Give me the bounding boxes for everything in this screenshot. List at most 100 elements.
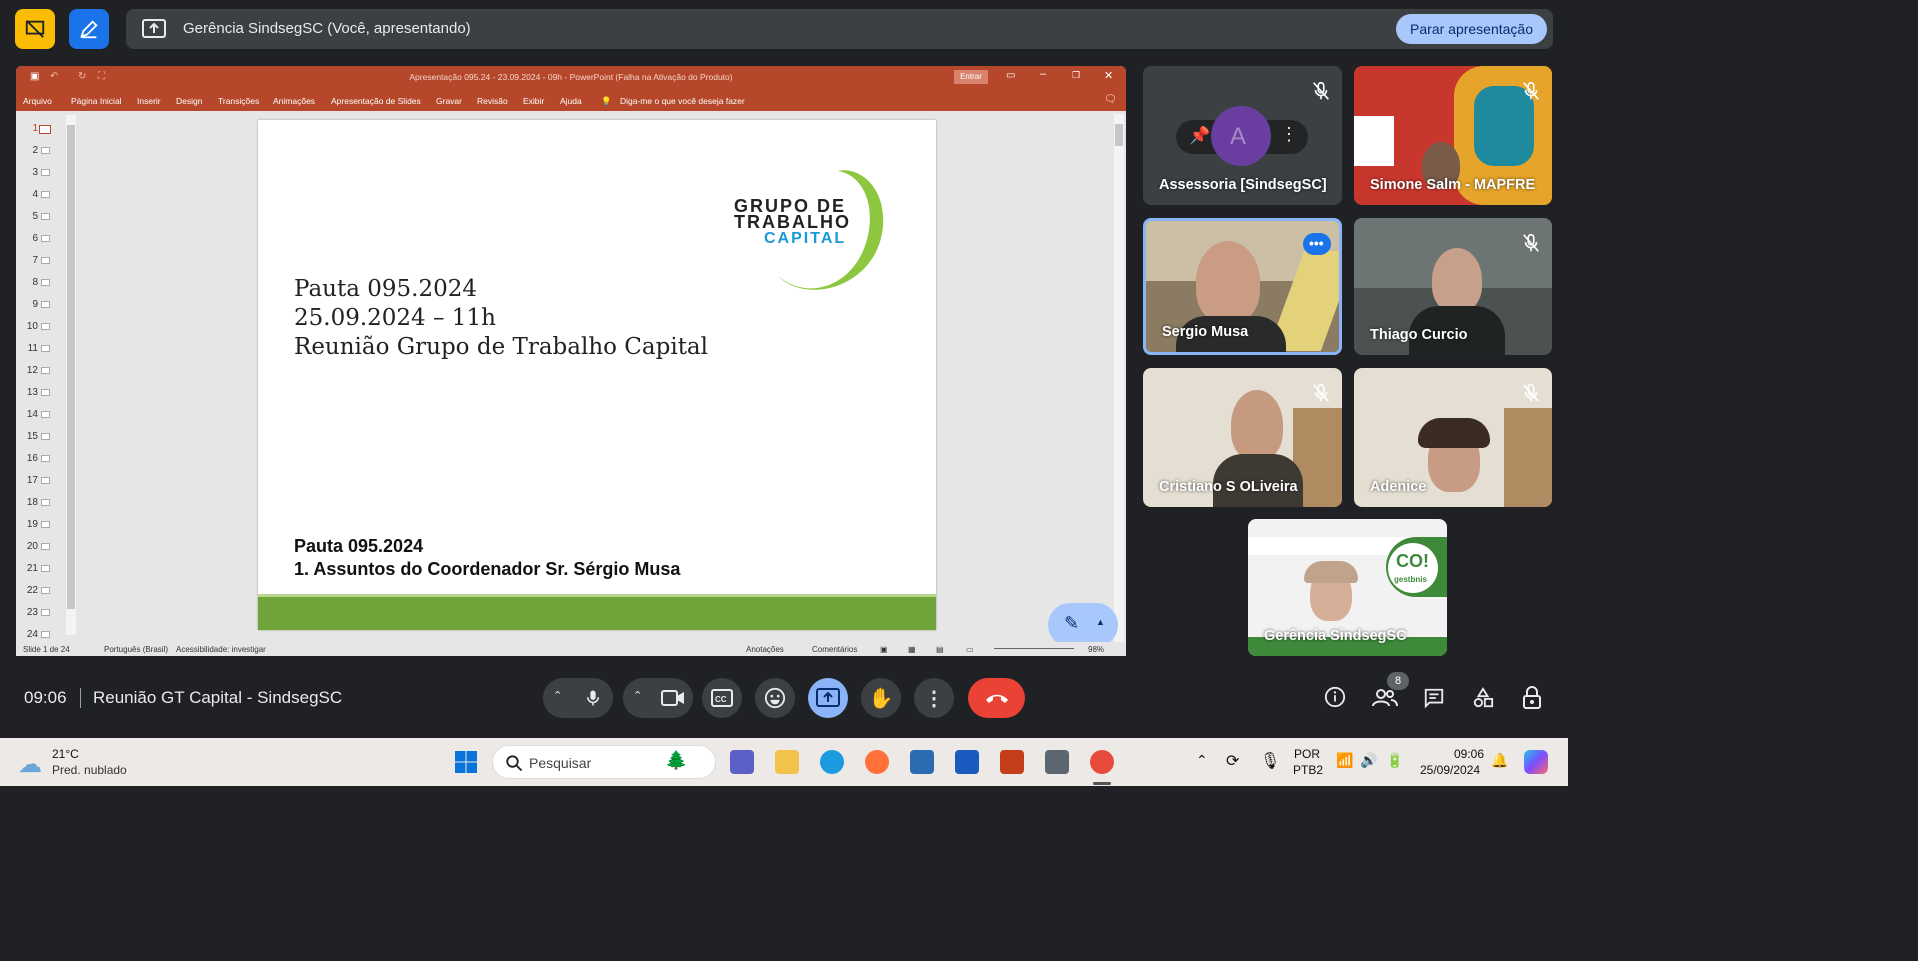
participant-tile-thiago[interactable]: Thiago Curcio bbox=[1354, 218, 1552, 355]
thumbnail-13[interactable]: 13 bbox=[16, 383, 66, 405]
thumbnail-19[interactable]: 19 bbox=[16, 515, 66, 537]
teams-icon[interactable] bbox=[730, 750, 754, 774]
sync-icon[interactable]: ⟳ bbox=[1226, 751, 1239, 771]
mic-button[interactable] bbox=[573, 678, 613, 718]
start-button[interactable] bbox=[454, 750, 478, 774]
volume-icon[interactable]: 🔊 bbox=[1360, 752, 1377, 769]
host-controls-button[interactable] bbox=[1512, 684, 1552, 724]
thumbnail-20[interactable]: 20 bbox=[16, 537, 66, 559]
edge-icon[interactable] bbox=[820, 750, 844, 774]
thumbnail-3[interactable]: 3 bbox=[16, 163, 66, 185]
thumbnail-12[interactable]: 12 bbox=[16, 361, 66, 383]
more-options-button[interactable]: ••• bbox=[1303, 233, 1331, 255]
battery-icon[interactable]: 🔋 bbox=[1386, 752, 1403, 769]
activities-button[interactable] bbox=[1463, 684, 1503, 724]
annotate-button[interactable] bbox=[69, 9, 109, 49]
powerpoint-icon[interactable] bbox=[1000, 750, 1024, 774]
camera-button[interactable] bbox=[653, 678, 693, 718]
pin-icon[interactable]: 📌 bbox=[1189, 126, 1210, 146]
wifi-icon[interactable]: 📶 bbox=[1336, 752, 1353, 769]
tab-gravar[interactable]: Gravar bbox=[436, 96, 462, 106]
accessibility-status[interactable]: Acessibilidade: investigar bbox=[176, 645, 266, 654]
tab-inserir[interactable]: Inserir bbox=[137, 96, 161, 106]
thumbnail-5[interactable]: 5 bbox=[16, 207, 66, 229]
present-now-button[interactable] bbox=[808, 678, 848, 718]
tab-arquivo[interactable]: Arquivo bbox=[23, 96, 52, 106]
meeting-details-button[interactable] bbox=[1314, 684, 1354, 724]
sign-in-button[interactable]: Entrar bbox=[954, 70, 988, 84]
thumbnail-14[interactable]: 14 bbox=[16, 405, 66, 427]
tab-design[interactable]: Design bbox=[176, 96, 202, 106]
annotation-tool-button[interactable]: ✎ ▲ bbox=[1048, 603, 1118, 647]
slideshow-view-icon[interactable]: ▭ bbox=[966, 645, 974, 654]
more-options-icon[interactable]: ⋮ bbox=[1280, 124, 1298, 145]
participant-tile-cristiano[interactable]: Cristiano S OLiveira bbox=[1143, 368, 1342, 507]
camera-options-chevron-icon[interactable]: ⌃ bbox=[633, 689, 642, 702]
taskbar-date[interactable]: 25/09/2024 bbox=[1420, 763, 1480, 777]
participant-tile-self[interactable]: CO! gestbnis Gerência SindsegSC bbox=[1248, 519, 1447, 656]
thumbnail-9[interactable]: 9 bbox=[16, 295, 66, 317]
thumbnail-15[interactable]: 15 bbox=[16, 427, 66, 449]
comments-icon[interactable]: 🗨 bbox=[1104, 94, 1117, 105]
tab-exibir[interactable]: Exibir bbox=[523, 96, 544, 106]
thumbnail-8[interactable]: 8 bbox=[16, 273, 66, 295]
thumbnail-scrollbar[interactable] bbox=[66, 115, 76, 635]
current-slide[interactable]: GRUPO DE TRABALHO CAPITAL Pauta 095.2024… bbox=[258, 120, 936, 630]
language-status[interactable]: Português (Brasil) bbox=[104, 645, 168, 654]
notification-bell-icon[interactable]: 🔔 bbox=[1491, 752, 1508, 769]
slide-scrollbar[interactable] bbox=[1114, 114, 1124, 642]
zoom-slider[interactable] bbox=[994, 648, 1074, 649]
weather-desc[interactable]: Pred. nublado bbox=[52, 763, 127, 777]
comments-button[interactable]: Comentários bbox=[812, 645, 857, 654]
reactions-button[interactable] bbox=[755, 678, 795, 718]
thumbnail-16[interactable]: 16 bbox=[16, 449, 66, 471]
leave-call-button[interactable] bbox=[968, 678, 1025, 718]
word-icon[interactable] bbox=[955, 750, 979, 774]
thumbnail-22[interactable]: 22 bbox=[16, 581, 66, 603]
normal-view-icon[interactable]: ▣ bbox=[880, 645, 888, 654]
tab-animacoes[interactable]: Animações bbox=[273, 96, 315, 106]
calculator-icon[interactable] bbox=[1045, 750, 1069, 774]
participant-tile-adenice[interactable]: Adenice bbox=[1354, 368, 1552, 507]
people-button[interactable]: 8 bbox=[1364, 672, 1409, 724]
thumbnail-1[interactable]: 1 bbox=[16, 119, 66, 141]
ribbon-display-icon[interactable]: ▭ bbox=[1006, 70, 1015, 81]
thumbnail-7[interactable]: 7 bbox=[16, 251, 66, 273]
chat-button[interactable] bbox=[1414, 684, 1454, 724]
copilot-icon[interactable] bbox=[1524, 750, 1548, 774]
tab-revisao[interactable]: Revisão bbox=[477, 96, 508, 106]
thumbnail-21[interactable]: 21 bbox=[16, 559, 66, 581]
sorter-view-icon[interactable]: ▦ bbox=[908, 645, 916, 654]
hide-presentation-button[interactable] bbox=[15, 9, 55, 49]
tab-apresentacao[interactable]: Apresentação de Slides bbox=[331, 96, 421, 106]
close-icon[interactable]: ✕ bbox=[1104, 69, 1113, 82]
tell-me-search[interactable]: Diga-me o que você deseja fazer bbox=[620, 96, 745, 106]
taskbar-search[interactable]: Pesquisar 🌲 bbox=[492, 745, 716, 779]
tab-ajuda[interactable]: Ajuda bbox=[560, 96, 582, 106]
notepad-icon[interactable] bbox=[910, 750, 934, 774]
lang-line-1[interactable]: POR bbox=[1294, 747, 1320, 761]
captions-button[interactable]: CC bbox=[702, 678, 742, 718]
firefox-icon[interactable] bbox=[865, 750, 889, 774]
thumbnail-2[interactable]: 2 bbox=[16, 141, 66, 163]
lang-line-2[interactable]: PTB2 bbox=[1293, 763, 1323, 777]
tab-pagina-inicial[interactable]: Página Inicial bbox=[71, 96, 122, 106]
tab-transicoes[interactable]: Transições bbox=[218, 96, 259, 106]
thumbnail-4[interactable]: 4 bbox=[16, 185, 66, 207]
weather-temp[interactable]: 21°C bbox=[52, 747, 79, 761]
zoom-level[interactable]: 98% bbox=[1088, 645, 1104, 654]
notes-button[interactable]: Anotações bbox=[746, 645, 784, 654]
mic-options-chevron-icon[interactable]: ⌃ bbox=[553, 689, 562, 702]
thumbnail-23[interactable]: 23 bbox=[16, 603, 66, 625]
participant-tile-sergio[interactable]: ••• Sergio Musa bbox=[1143, 218, 1342, 355]
stop-presenting-button[interactable]: Parar apresentação bbox=[1396, 14, 1547, 44]
tray-overflow-icon[interactable]: ⌃ bbox=[1196, 752, 1208, 769]
reading-view-icon[interactable]: ▤ bbox=[936, 645, 944, 654]
participant-tile-assessoria[interactable]: 📌 A ⋮ Assessoria [SindsegSC] bbox=[1143, 66, 1342, 205]
thumbnail-6[interactable]: 6 bbox=[16, 229, 66, 251]
taskbar-time[interactable]: 09:06 bbox=[1454, 747, 1484, 761]
thumbnail-17[interactable]: 17 bbox=[16, 471, 66, 493]
more-options-button[interactable]: ⋮ bbox=[914, 678, 954, 718]
mic-in-use-icon[interactable]: 🎙 bbox=[1260, 751, 1280, 771]
thumbnail-10[interactable]: 10 bbox=[16, 317, 66, 339]
